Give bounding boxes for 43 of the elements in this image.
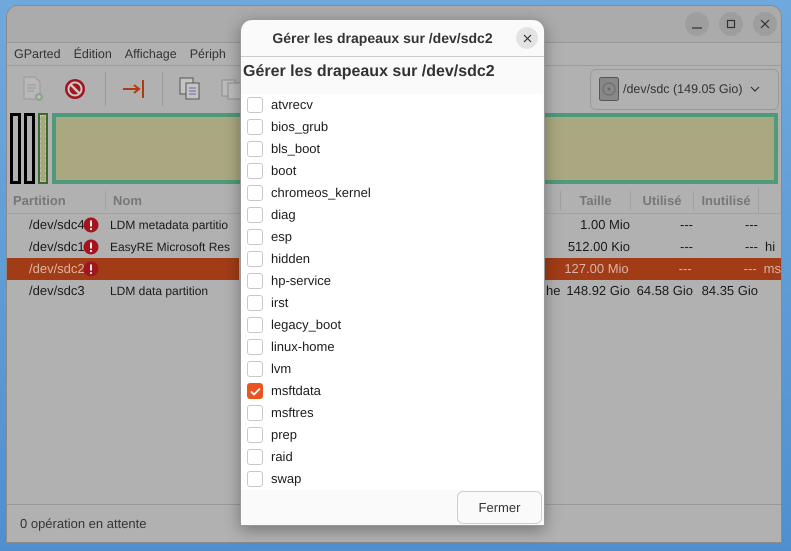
name-cell-text: LDM data partition <box>109 283 208 300</box>
name-cell-text: LDM metadata partitio <box>109 217 228 234</box>
size-cell-text: 148.92 Gio <box>565 282 630 300</box>
flag-label: hp-service <box>271 272 331 290</box>
flag-label: legacy_boot <box>271 316 342 334</box>
filesystem-cell-text: he <box>545 282 560 300</box>
flag-label: bls_boot <box>271 140 320 158</box>
size-cell-text: 512.00 Kio <box>566 238 630 256</box>
flag-label: boot <box>271 162 296 180</box>
flag-label: atvrecv <box>271 96 313 114</box>
flags-cell-text: hi <box>764 238 776 256</box>
partition-cell-text: /dev/sdc1 <box>28 238 83 256</box>
flag-label: bios_grub <box>271 118 328 136</box>
size-cell-text: 127.00 Mio <box>563 260 629 278</box>
name-cell-text: EasyRE Microsoft Res <box>109 239 230 256</box>
flag-label: chromeos_kernel <box>271 184 371 202</box>
flag-label: msftdata <box>271 382 321 400</box>
flag-label: raid <box>271 448 293 466</box>
used-cell-text: 64.58 Gio <box>636 282 693 300</box>
unused-cell-text: --- <box>744 216 758 234</box>
partition-cell-text: /dev/sdc4 <box>28 216 83 234</box>
flag-label: prep <box>271 426 298 444</box>
flag-label: irst <box>271 294 288 312</box>
unused-cell-text: 84.35 Gio <box>700 282 758 300</box>
flag-label: esp <box>271 228 292 246</box>
flag-label: hidden <box>271 250 310 268</box>
used-cell-text: --- <box>678 260 692 278</box>
flag-label: diag <box>271 206 296 224</box>
partition-cell-text: /dev/sdc2 <box>28 260 83 278</box>
flags-cell-text: ms <box>762 260 781 278</box>
flag-label: lvm <box>271 360 292 378</box>
dialog-heading: Gérer les drapeaux sur /dev/sdc2 <box>243 63 495 80</box>
flag-label: linux-home <box>271 338 335 356</box>
unused-cell-text: --- <box>744 238 758 256</box>
dialog-title: Gérer les drapeaux sur /dev/sdc2 <box>272 28 493 48</box>
partition-cell-text: /dev/sdc3 <box>28 282 83 300</box>
unused-cell-text: --- <box>742 260 757 278</box>
size-cell-text: 1.00 Mio <box>579 216 630 234</box>
flag-label: msftres <box>271 404 314 422</box>
status-text: 0 opération en attente <box>20 514 146 533</box>
used-cell-text: --- <box>679 216 693 234</box>
used-cell-text: --- <box>679 238 693 256</box>
flag-label: swap <box>271 470 302 488</box>
